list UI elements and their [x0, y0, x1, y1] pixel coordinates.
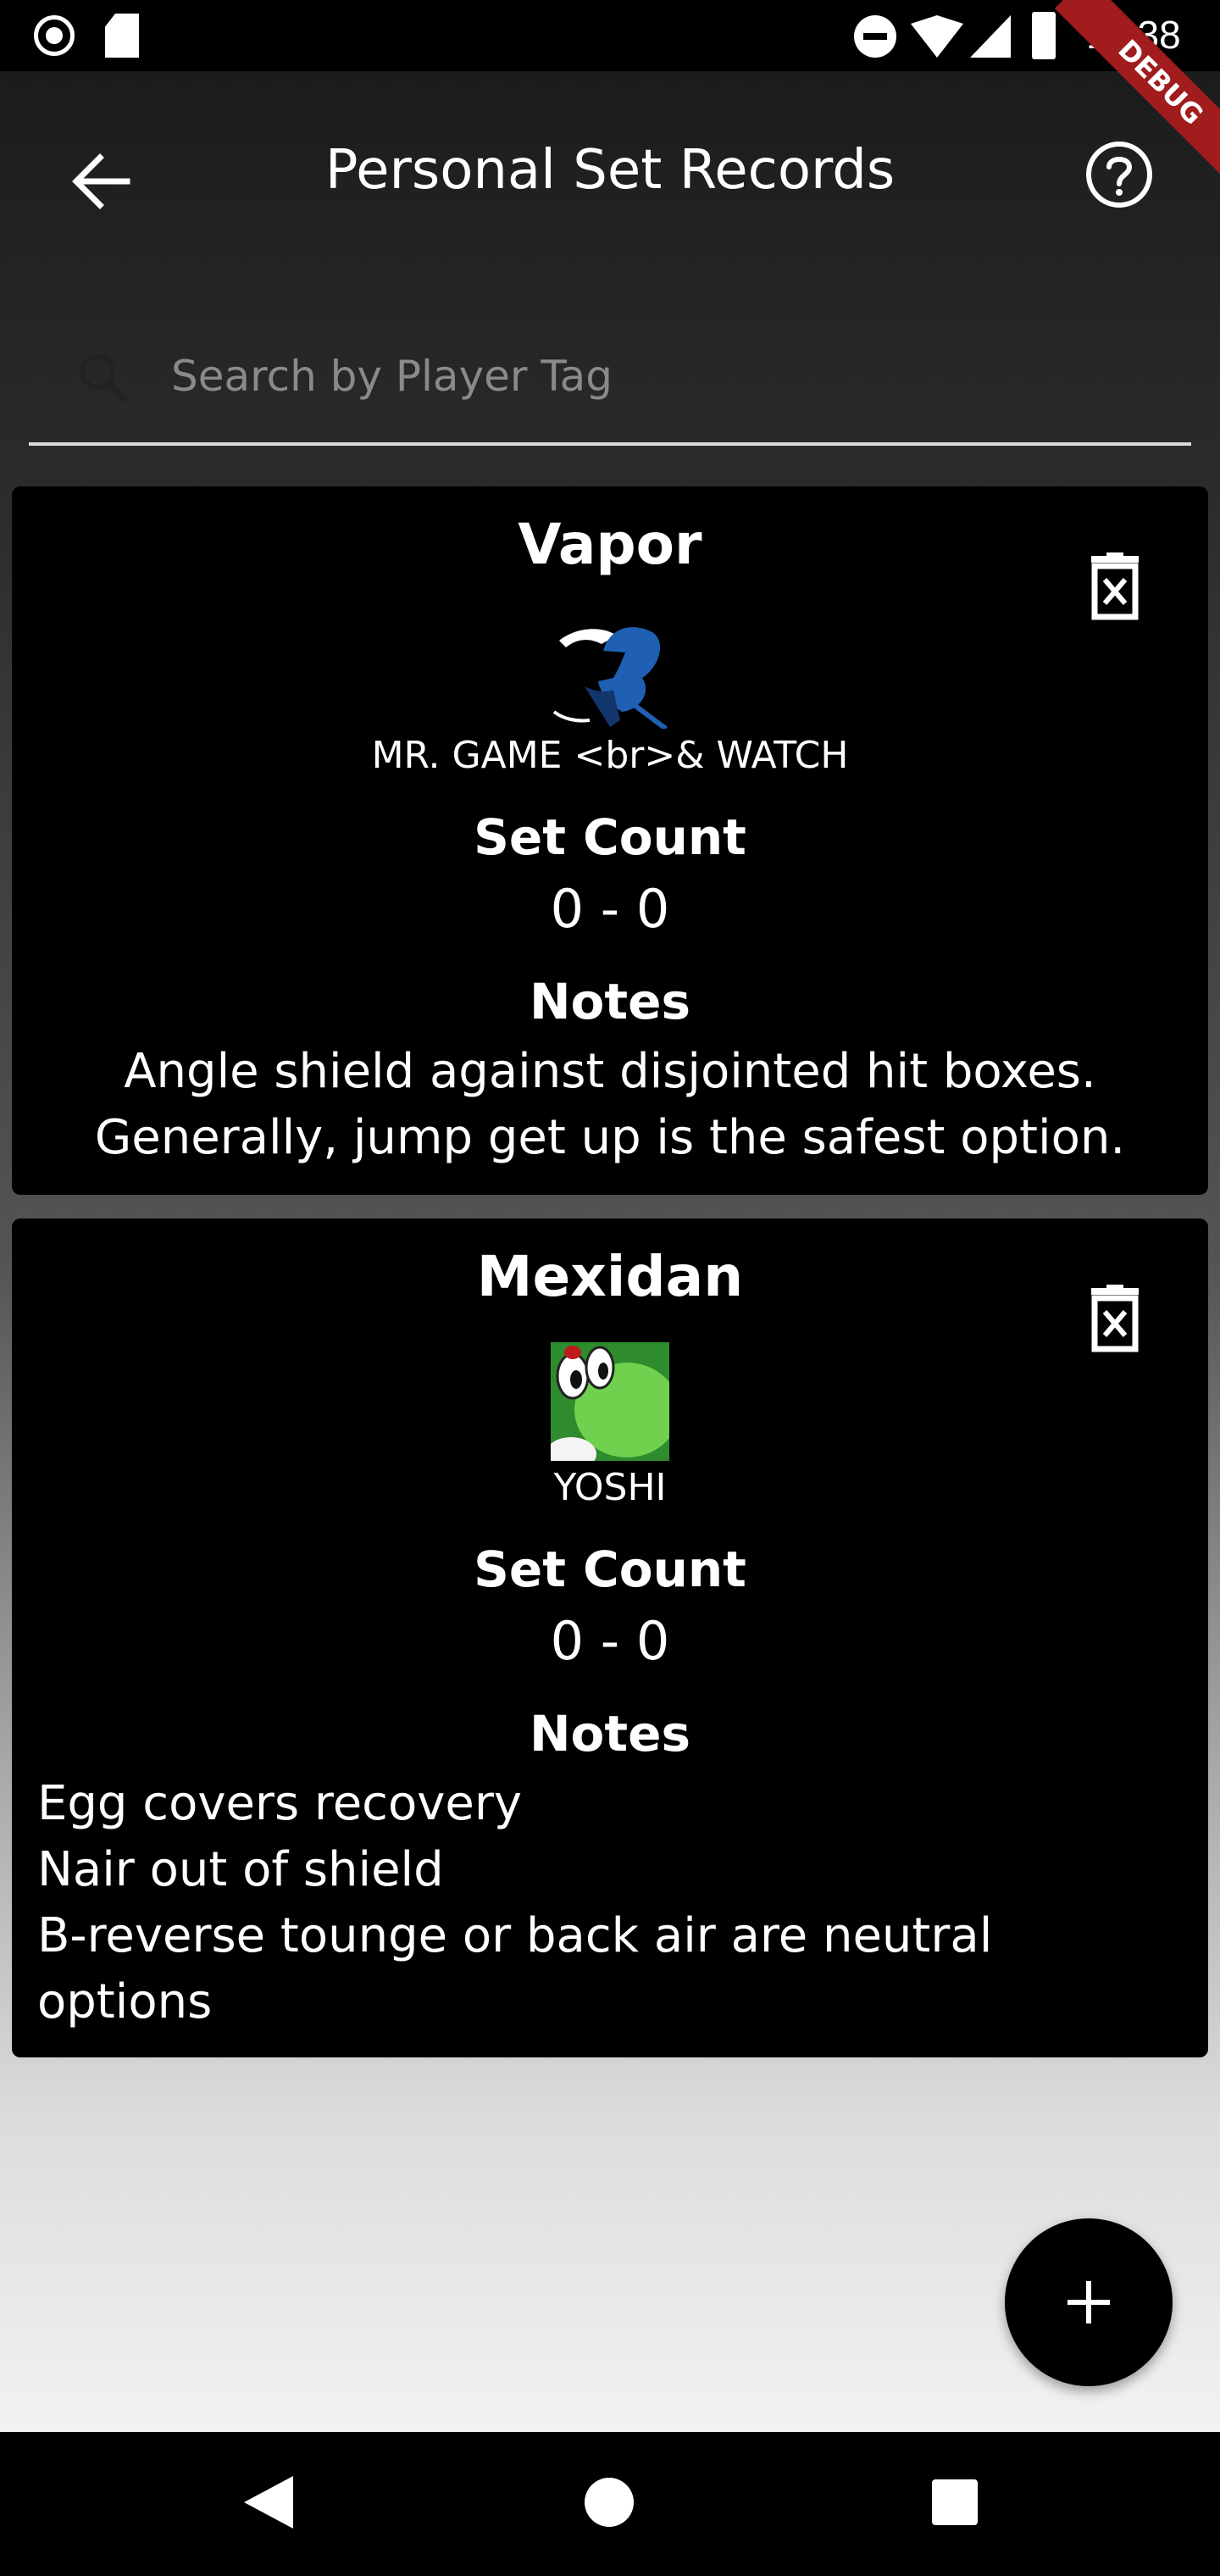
nav-back-icon[interactable]: [244, 2476, 293, 2529]
app-bar: Personal Set Records: [0, 71, 1220, 275]
record-card[interactable]: Vapor MR. GAME <br>& WATCH Set Count 0 -…: [12, 486, 1208, 1195]
mr-game-and-watch-icon: [551, 610, 669, 729]
player-tag: Mexidan: [476, 1244, 744, 1309]
wifi-icon: [911, 15, 963, 58]
set-count-value: 0 - 0: [550, 1610, 670, 1672]
notes-text: Egg covers recovery Nair out of shield B…: [37, 1776, 993, 2029]
sd-card-icon: [105, 14, 139, 58]
player-tag: Vapor: [518, 512, 702, 577]
help-circle-icon: [1086, 142, 1152, 208]
nav-recents-icon[interactable]: [932, 2479, 978, 2525]
page-title: Personal Set Records: [324, 139, 896, 202]
navigation-bar: [0, 2432, 1220, 2576]
search-icon: [69, 344, 137, 412]
character-name: YOSHI: [553, 1466, 667, 1509]
search-bar: [29, 319, 1191, 446]
nav-home-icon[interactable]: [585, 2478, 634, 2527]
set-count-label: Set Count: [474, 808, 746, 866]
status-bar: 11:38 DEBUG: [0, 0, 1220, 189]
help-button[interactable]: [1083, 138, 1156, 211]
notes-label: Notes: [530, 973, 690, 1030]
signal-icon: [970, 15, 1011, 58]
set-count-value: 0 - 0: [550, 878, 670, 940]
record-card[interactable]: Mexidan YOSHI Set Count 0 - 0 Notes Egg …: [12, 1219, 1208, 2057]
delete-icon[interactable]: [1084, 1285, 1145, 1352]
add-record-button[interactable]: [1005, 2218, 1173, 2386]
delete-icon[interactable]: [1084, 552, 1145, 620]
yoshi-icon: [551, 1342, 669, 1461]
notes-label: Notes: [530, 1705, 690, 1763]
do-not-disturb-icon: [854, 15, 896, 58]
set-count-label: Set Count: [474, 1541, 746, 1598]
battery-icon: [1032, 12, 1056, 59]
notes-text: Angle shield against disjointed hit boxe…: [94, 1044, 1126, 1165]
record-icon: [34, 15, 75, 56]
character-name: MR. GAME <br>& WATCH: [371, 734, 849, 777]
search-input[interactable]: [171, 342, 1145, 410]
